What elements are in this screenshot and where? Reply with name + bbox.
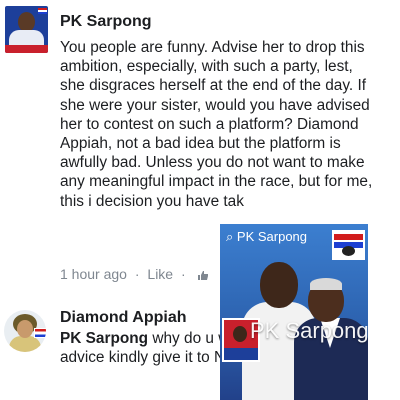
like-link[interactable]: Like <box>147 266 173 282</box>
search-icon: ⌕ <box>226 229 234 244</box>
comment-author[interactable]: Diamond Appiah <box>60 309 187 327</box>
photo-watermark: PK Sarpong <box>250 318 368 343</box>
person-head <box>260 262 298 308</box>
reply-mention[interactable]: PK Sarpong <box>60 330 148 347</box>
comment-author[interactable]: PK Sarpong <box>60 13 152 31</box>
avatar[interactable] <box>5 6 48 53</box>
elephant-icon <box>342 246 355 256</box>
party-flag-icon <box>34 328 46 338</box>
party-flag-icon <box>38 8 47 14</box>
meta-separator: · <box>134 266 140 282</box>
avatar-face <box>17 320 33 338</box>
comment-timestamp[interactable]: 1 hour ago <box>60 266 127 282</box>
comment-text: You people are funny. Advise her to drop… <box>60 39 373 210</box>
party-logo-icon <box>332 230 365 260</box>
avatar[interactable] <box>4 310 46 352</box>
thumbnail-face <box>233 326 247 342</box>
avatar-dress <box>9 336 41 352</box>
thumbs-up-icon[interactable] <box>197 271 209 280</box>
meta-separator: · <box>180 266 186 282</box>
comment-meta: 1 hour ago · Like · <box>60 266 209 282</box>
photo-title: ⌕ PK Sarpong <box>226 229 308 244</box>
profile-photo-overlay[interactable]: ⌕ PK Sarpong PK Sarpong <box>220 224 368 400</box>
thumbnail-banner <box>224 348 258 360</box>
avatar-face <box>18 12 35 32</box>
person-hair <box>310 278 342 290</box>
avatar-banner <box>5 45 48 53</box>
flag-stripe-red <box>334 234 363 240</box>
